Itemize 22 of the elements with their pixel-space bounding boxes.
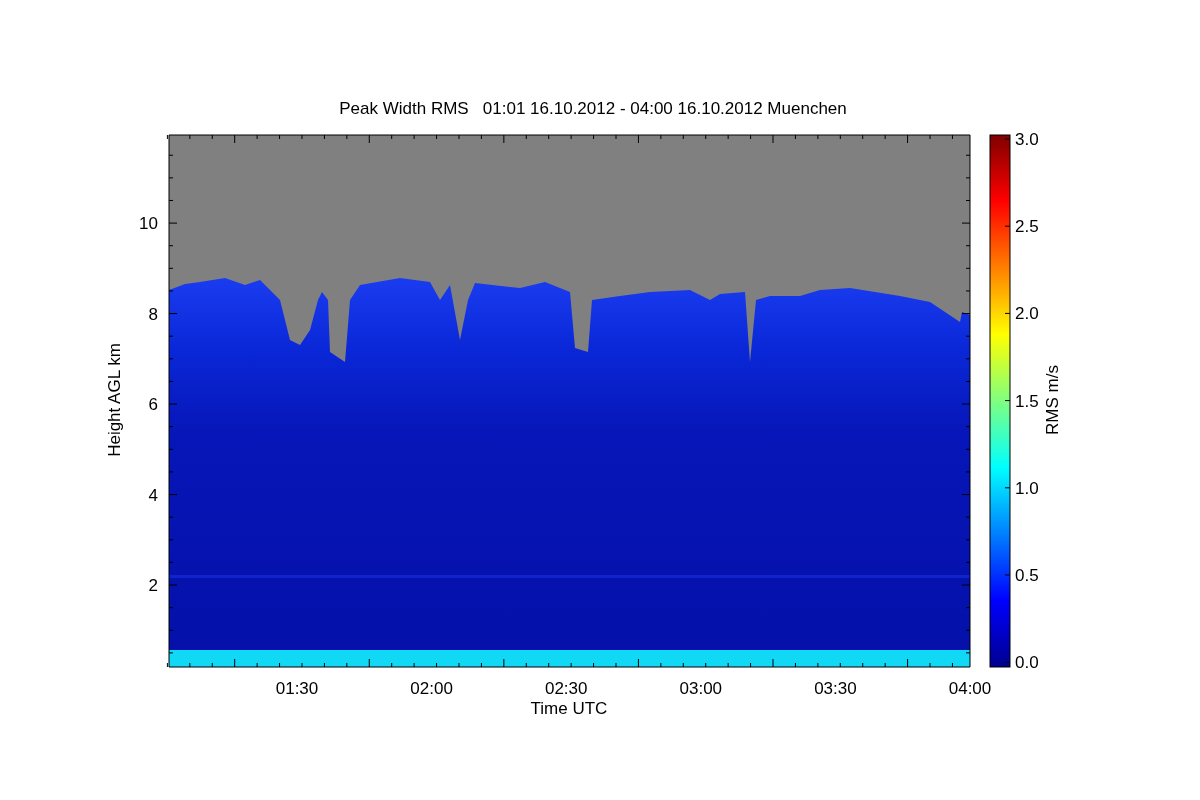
- y-tick-label: 8: [148, 304, 158, 324]
- x-axis-label: Time UTC: [530, 699, 608, 718]
- x-tick-label: 03:30: [814, 679, 857, 698]
- x-tick-label: 02:30: [544, 679, 588, 698]
- colorbar-tick-label: 1.0: [1015, 478, 1039, 498]
- chart-title: Peak Width RMS 01:01 16.10.2012 - 04:00 16.10.2012 Muenchen: [339, 99, 847, 118]
- y-tick-label: 4: [148, 485, 158, 505]
- x-tick-label: 02:00: [410, 679, 453, 698]
- y-tick-label: 10: [139, 214, 158, 233]
- colorbar-tick-label: 0.0: [1015, 653, 1039, 673]
- colorbar-tick-label: 2.5: [1015, 217, 1039, 237]
- y-tick-label: 6: [148, 395, 158, 414]
- colorbar-tick-label: 0.5: [1015, 566, 1039, 585]
- x-tick-label: 01:30: [275, 679, 319, 698]
- x-tick-label: 04:00: [948, 679, 992, 698]
- x-tick-label: 03:00: [679, 679, 723, 698]
- colorbar-label: RMS m/s: [1043, 365, 1062, 435]
- colorbar-tick-label: 2.0: [1015, 304, 1039, 324]
- y-tick-label: 2: [148, 576, 158, 595]
- colorbar-tick-label: 3.0: [1015, 130, 1039, 149]
- colorbar-tick-label: 1.5: [1015, 391, 1039, 411]
- y-axis-label: Height AGL km: [105, 343, 124, 457]
